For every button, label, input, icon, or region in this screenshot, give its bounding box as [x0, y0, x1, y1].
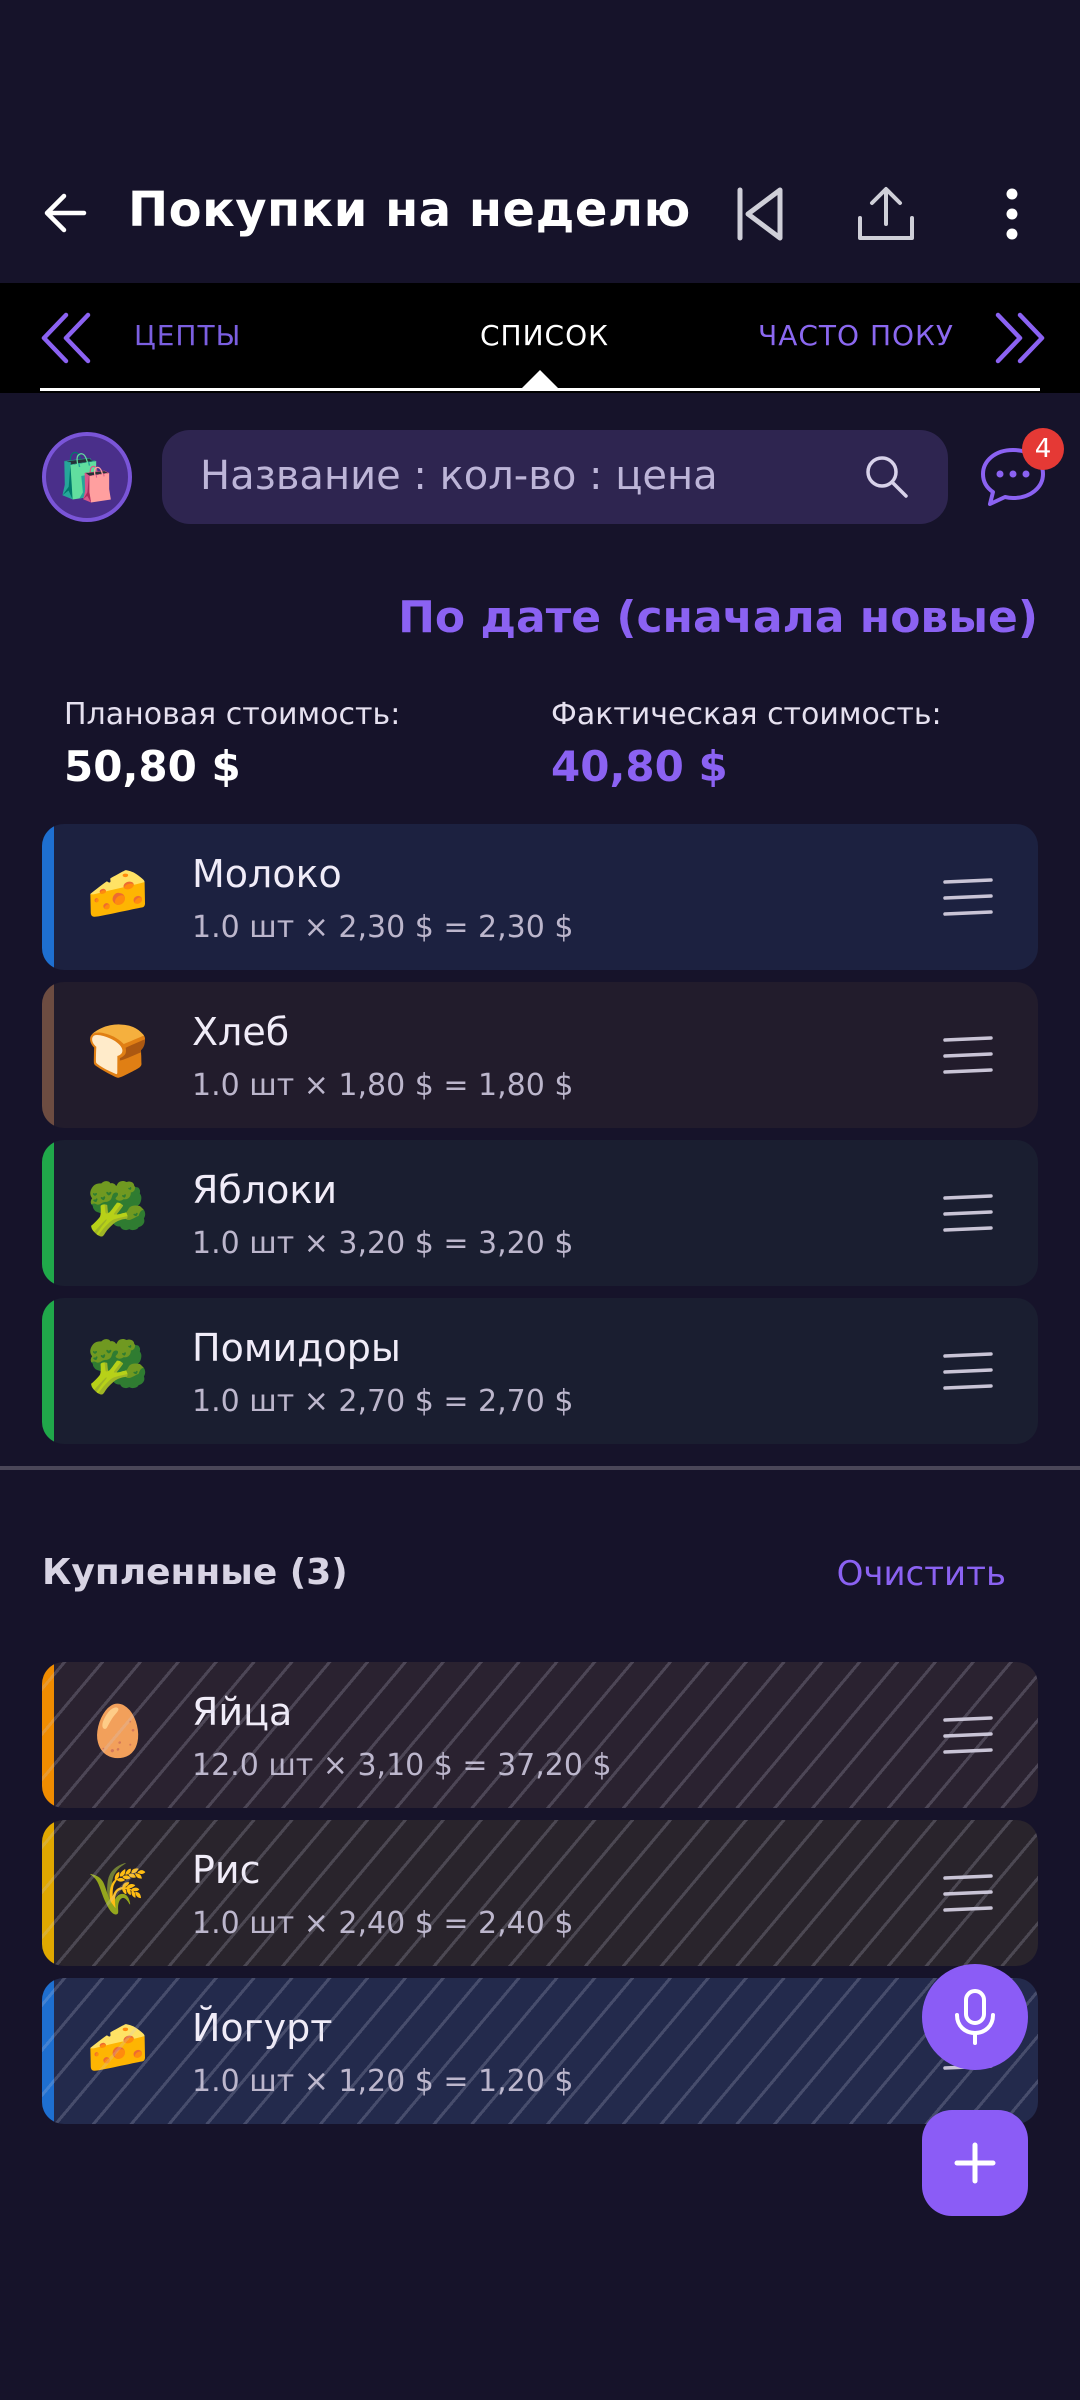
notification-badge: 4 — [1022, 428, 1064, 470]
tab-recipes[interactable]: ЦЕПТЫ — [134, 319, 241, 352]
drag-handle-icon[interactable] — [940, 1192, 996, 1236]
item-calculation: 1.0 шт × 2,40 $ = 2,40 $ — [192, 1906, 574, 1941]
bought-item[interactable]: 🧀 Йогурт 1.0 шт × 1,20 $ = 1,20 $ — [42, 1978, 1038, 2124]
chevrons-right-icon[interactable] — [986, 305, 1052, 371]
drag-handle-icon[interactable] — [940, 1034, 996, 1078]
share-button[interactable] — [846, 174, 926, 254]
category-stripe — [42, 824, 54, 970]
arrow-left-icon — [44, 193, 87, 233]
skip-to-start-button[interactable] — [720, 174, 800, 254]
category-stripe — [42, 1820, 54, 1966]
microphone-icon — [955, 1989, 995, 2045]
item-name: Помидоры — [192, 1326, 401, 1370]
category-stripe — [42, 1140, 54, 1286]
item-calculation: 1.0 шт × 2,70 $ = 2,70 $ — [192, 1384, 574, 1419]
bought-item[interactable]: 🌾 Рис 1.0 шт × 2,40 $ = 2,40 $ — [42, 1820, 1038, 1966]
item-name: Хлеб — [192, 1010, 290, 1054]
category-icon: 🌾 — [86, 1860, 150, 1918]
actual-cost: Фактическая стоимость: 40,80 $ — [551, 697, 942, 791]
category-stripe — [42, 1662, 54, 1808]
item-calculation: 1.0 шт × 2,30 $ = 2,30 $ — [192, 910, 574, 945]
list-item[interactable]: 🧀 Молоко 1.0 шт × 2,30 $ = 2,30 $ — [42, 824, 1038, 970]
share-icon — [858, 187, 914, 240]
actual-cost-label: Фактическая стоимость: — [551, 697, 942, 732]
back-button[interactable] — [30, 178, 100, 248]
category-icon: 🧀 — [86, 2018, 150, 2076]
tab-list[interactable]: СПИСОК — [480, 319, 609, 352]
page-title: Покупки на неделю — [128, 182, 691, 238]
plus-icon — [954, 2142, 996, 2184]
section-divider — [0, 1466, 1080, 1470]
more-vertical-icon — [1006, 188, 1018, 240]
list-item[interactable]: 🥦 Помидоры 1.0 шт × 2,70 $ = 2,70 $ — [42, 1298, 1038, 1444]
drag-handle-icon[interactable] — [940, 1872, 996, 1916]
planned-cost: Плановая стоимость: 50,80 $ — [64, 697, 400, 791]
drag-handle-icon[interactable] — [940, 876, 996, 920]
add-item-button[interactable] — [922, 2110, 1028, 2216]
skip-to-start-icon — [737, 187, 783, 241]
actual-cost-value: 40,80 $ — [551, 742, 728, 791]
tab-frequent[interactable]: ЧАСТО ПОКУПАЕМЫЕ — [758, 319, 953, 352]
category-stripe — [42, 1298, 54, 1444]
drag-handle-icon[interactable] — [940, 1350, 996, 1394]
bought-item[interactable]: 🥚 Яйца 12.0 шт × 3,10 $ = 37,20 $ — [42, 1662, 1038, 1808]
item-name: Яблоки — [192, 1168, 338, 1212]
item-calculation: 1.0 шт × 3,20 $ = 3,20 $ — [192, 1226, 574, 1261]
list-item[interactable]: 🍞 Хлеб 1.0 шт × 1,80 $ = 1,80 $ — [42, 982, 1038, 1128]
category-icon: 🥦 — [86, 1338, 150, 1396]
category-icon: 🥚 — [86, 1702, 150, 1760]
clear-bought-button[interactable]: Очистить — [837, 1554, 1006, 1594]
category-stripe — [42, 982, 54, 1128]
item-calculation: 12.0 шт × 3,10 $ = 37,20 $ — [192, 1748, 612, 1783]
chevrons-left-icon[interactable] — [34, 305, 100, 371]
category-stripe — [42, 1978, 54, 2124]
status-bar — [0, 0, 1080, 150]
app-bar: Покупки на неделю — [0, 150, 1080, 283]
bought-section-title: Купленные (3) — [42, 1552, 348, 1593]
drag-handle-icon[interactable] — [940, 1714, 996, 1758]
item-name: Йогурт — [192, 2006, 333, 2050]
item-name: Яйца — [192, 1690, 293, 1734]
tab-indicator — [520, 370, 560, 390]
item-calculation: 1.0 шт × 1,20 $ = 1,20 $ — [192, 2064, 574, 2099]
category-icon: 🥦 — [86, 1180, 150, 1238]
item-name: Молоко — [192, 852, 342, 896]
shopping-bags-icon[interactable]: 🛍️ — [42, 432, 132, 522]
voice-input-button[interactable] — [922, 1964, 1028, 2070]
item-name: Рис — [192, 1848, 261, 1892]
search-input[interactable] — [200, 446, 840, 506]
search-icon[interactable] — [864, 454, 910, 500]
category-icon: 🍞 — [86, 1022, 150, 1080]
search-bar — [162, 430, 948, 524]
more-button[interactable] — [972, 174, 1052, 254]
item-calculation: 1.0 шт × 1,80 $ = 1,80 $ — [192, 1068, 574, 1103]
sort-selector[interactable]: По дате (сначала новые) — [398, 592, 1038, 643]
category-icon: 🧀 — [86, 864, 150, 922]
planned-cost-label: Плановая стоимость: — [64, 697, 401, 732]
planned-cost-value: 50,80 $ — [64, 742, 241, 791]
list-item[interactable]: 🥦 Яблоки 1.0 шт × 3,20 $ = 3,20 $ — [42, 1140, 1038, 1286]
